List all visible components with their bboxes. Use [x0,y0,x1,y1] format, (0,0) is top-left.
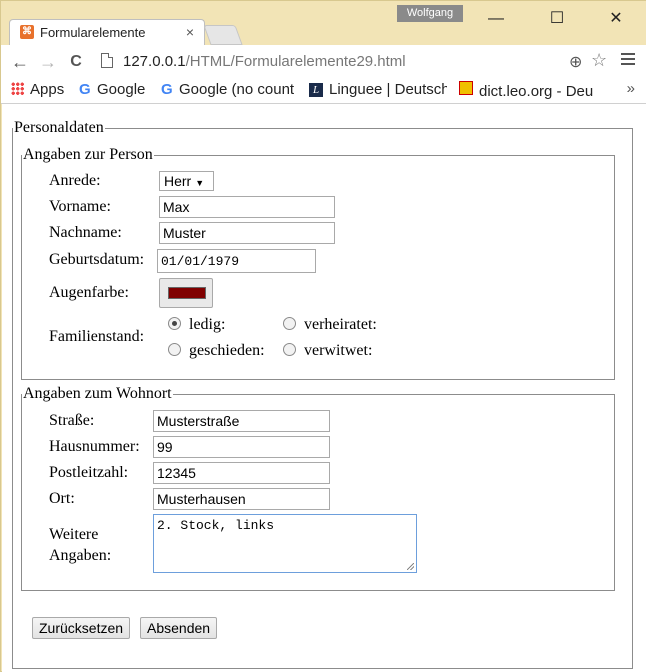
vorname-input[interactable]: Max [159,196,335,218]
radio-label-verheiratet: verheiratet: [304,316,377,333]
title-bar: Wolfgang ⌘ Formularelemente × — ☐ ✕ [1,1,646,45]
menu-icon[interactable] [621,53,635,68]
url-text[interactable]: 127.0.0.1/HTML/Formularelemente29.html [123,53,406,70]
browser-toolbar: ← → C 127.0.0.1/HTML/Formularelemente29.… [1,45,646,80]
weitere-angaben-textarea[interactable]: 2. Stock, links [153,514,417,573]
bookmark-apps[interactable]: Apps [11,81,64,98]
browser-window: Wolfgang ⌘ Formularelemente × — ☐ ✕ ← → … [0,0,646,672]
personaldaten-legend: Personaldaten [14,119,104,136]
radio-label-verwitwet: verwitwet: [304,342,373,359]
bookmark-star-icon[interactable]: ☆ [591,50,607,71]
anrede-label: Anrede: [49,172,101,189]
weitere-angaben-value: 2. Stock, links [157,518,275,533]
page-content: Personaldaten Angaben zur Person Anrede:… [2,104,646,672]
radio-ledig[interactable] [168,317,181,330]
bookmarks-bar: Apps G Google G Google (no count L Linguee … [1,79,646,104]
forward-button[interactable]: → [37,51,59,73]
radio-verwitwet[interactable] [283,343,296,356]
apps-grid-icon [11,82,24,95]
vorname-label: Vorname: [49,198,111,215]
radio-label-geschieden: geschieden: [189,342,265,359]
color-swatch [168,287,206,299]
chevron-down-icon: ▼ [195,178,205,188]
weitere-angaben-label-line2: Angaben: [49,547,112,564]
more-bookmarks-chevron-icon[interactable]: » [627,80,635,97]
back-button[interactable]: ← [9,51,31,73]
wohnort-legend: Angaben zum Wohnort [23,385,172,402]
anrede-select[interactable]: Herr ▼ [159,171,214,191]
person-legend: Angaben zur Person [23,146,153,163]
bookmark-label: Apps [30,81,65,98]
bookmark-google-no-country[interactable]: G Google (no count [161,81,297,98]
weitere-angaben-label-line1: Weitere [49,526,99,543]
google-icon: G [79,81,91,98]
close-window-button[interactable]: ✕ [604,9,628,29]
url-host: 127.0.0.1 [123,53,186,70]
bookmark-label: Linguee | Deutsch [329,81,447,98]
profile-badge[interactable]: Wolfgang [397,5,463,22]
bookmark-label: dict.leo.org - Deu [479,83,594,100]
geburtsdatum-input[interactable]: 01/01/1979 [157,249,316,273]
augenfarbe-label: Augenfarbe: [49,284,129,301]
tab-formularelemente[interactable]: ⌘ Formularelemente × [9,19,205,45]
resize-handle-icon[interactable] [407,563,414,570]
nachname-input[interactable]: Muster [159,222,335,244]
bookmark-google[interactable]: G Google [79,81,145,98]
address-bar[interactable]: 127.0.0.1/HTML/Formularelemente29.html ⊕… [95,49,615,75]
familienstand-label: Familienstand: [49,328,145,345]
xampp-favicon-icon: ⌘ [20,25,34,39]
leo-icon [459,81,473,95]
new-tab-button[interactable] [203,25,243,45]
reset-button[interactable]: Zurücksetzen [32,617,131,639]
radio-geschieden[interactable] [168,343,181,356]
ort-label: Ort: [49,490,75,507]
maximize-button[interactable]: ☐ [545,9,569,29]
hausnummer-input[interactable]: 99 [153,436,330,458]
submit-button[interactable]: Absenden [140,617,218,639]
google-icon: G [161,81,173,98]
radio-label-ledig: ledig: [189,316,226,333]
strasse-input[interactable]: Musterstraße [153,410,330,432]
tab-close-icon[interactable]: × [186,24,194,40]
strasse-label: Straße: [49,412,95,429]
bookmark-leo[interactable]: dict.leo.org - Deu [459,81,597,100]
page-icon [101,53,113,68]
bookmark-linguee[interactable]: L Linguee | Deutsch [309,81,447,98]
minimize-button[interactable]: — [484,9,508,29]
reload-button[interactable]: C [65,51,87,73]
zoom-icon[interactable]: ⊕ [569,52,582,72]
tab-title: Formularelemente [40,25,146,40]
postleitzahl-input[interactable]: 12345 [153,462,330,484]
postleitzahl-label: Postleitzahl: [49,464,129,481]
bookmark-label: Google [97,81,146,98]
augenfarbe-color-picker[interactable] [159,278,213,308]
hausnummer-label: Hausnummer: [49,438,140,455]
url-path: /HTML/Formularelemente29.html [185,53,406,70]
linguee-icon: L [309,83,323,97]
geburtsdatum-label: Geburtsdatum: [49,251,145,268]
ort-input[interactable]: Musterhausen [153,488,330,510]
anrede-value: Herr [164,173,192,189]
radio-verheiratet[interactable] [283,317,296,330]
nachname-label: Nachname: [49,224,122,241]
bookmark-label: Google (no count [179,81,295,98]
